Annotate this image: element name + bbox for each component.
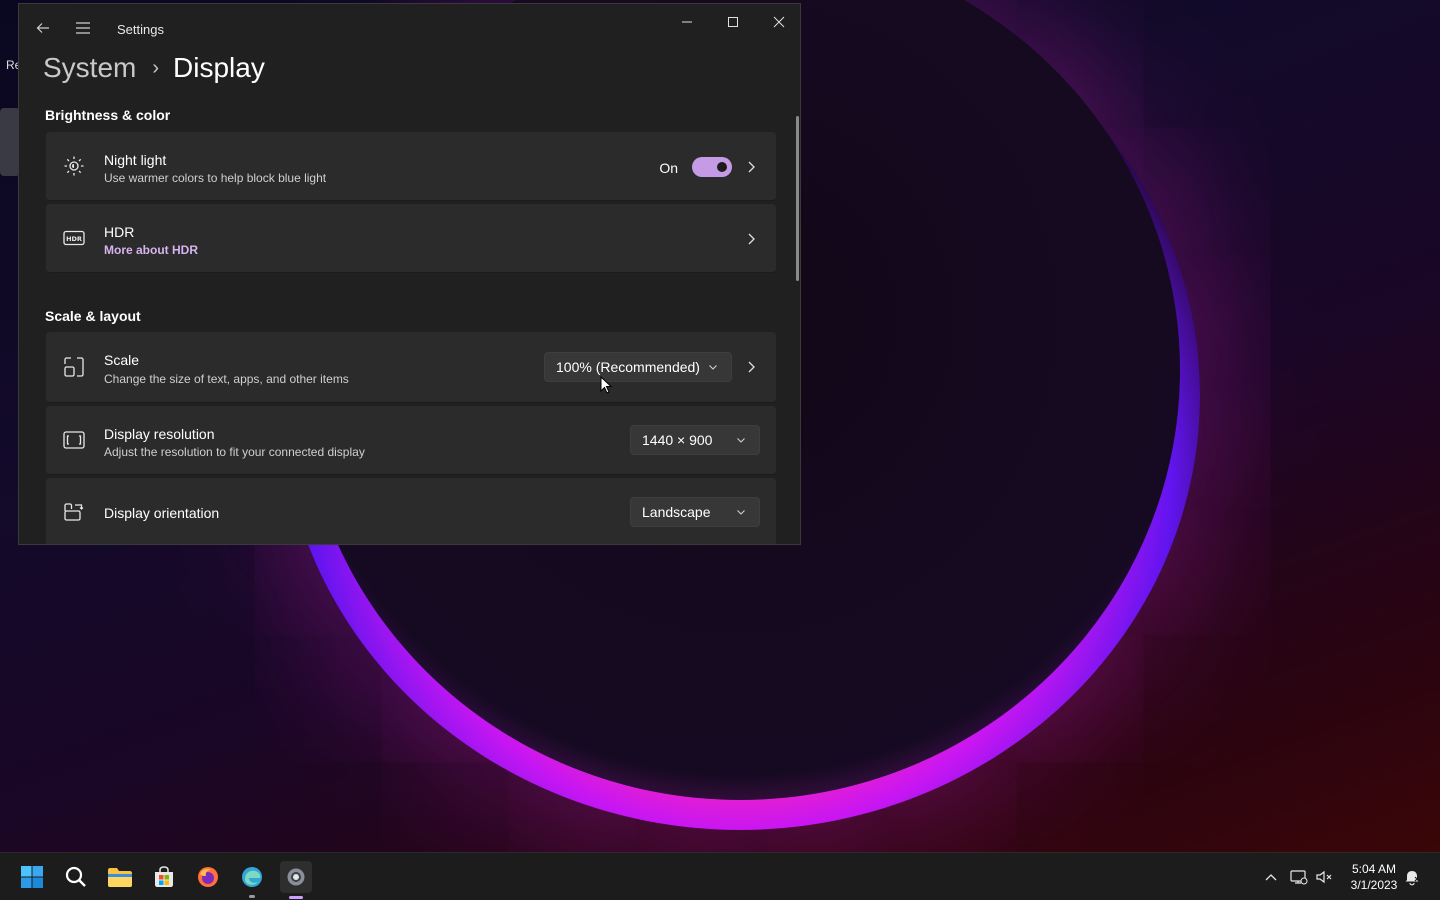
clock-time: 5:04 AM (1351, 862, 1397, 876)
notifications-button[interactable] (1400, 865, 1424, 889)
breadcrumb: System › Display (43, 52, 265, 84)
minimize-icon (682, 21, 692, 23)
settings-button[interactable] (280, 861, 312, 899)
background-window-edge[interactable] (0, 108, 20, 176)
section-brightness-color: Brightness & color (45, 107, 171, 123)
night-light-title: Night light (104, 152, 167, 168)
minimize-button[interactable] (664, 4, 710, 40)
page-title: Display (173, 52, 265, 83)
running-indicator (249, 895, 255, 898)
edge-beta-icon (242, 867, 262, 887)
hamburger-icon (76, 22, 90, 34)
chevron-right-icon[interactable] (744, 360, 758, 374)
file-explorer-button[interactable] (104, 861, 136, 893)
search-icon (65, 866, 86, 887)
night-light-subtitle: Use warmer colors to help block blue lig… (104, 171, 327, 185)
edge-beta-button[interactable] (236, 861, 268, 898)
show-hidden-icons-button[interactable] (1259, 865, 1283, 889)
start-button[interactable] (16, 861, 48, 893)
active-app-indicator (289, 896, 303, 899)
volume-button[interactable] (1312, 865, 1336, 889)
navigation-menu-button[interactable] (69, 14, 97, 42)
maximize-button[interactable] (710, 4, 756, 40)
display-resolution-dropdown[interactable]: 1440 × 900 (630, 425, 760, 455)
taskbar: 5:04 AM 3/1/2023 (0, 852, 1440, 900)
night-light-toggle[interactable] (692, 157, 732, 177)
display-resolution-value: 1440 × 900 (642, 432, 713, 448)
display-orientation-card[interactable]: Display orientation Landscape (46, 478, 776, 544)
maximize-icon (728, 17, 738, 27)
title-bar: Settings (19, 4, 800, 52)
hdr-card[interactable]: HDR HDR More about HDR (46, 204, 776, 273)
resolution-icon (62, 428, 86, 452)
chevron-right-icon[interactable] (744, 232, 758, 246)
windows-logo-icon (21, 866, 43, 888)
chevron-up-icon (1265, 874, 1277, 881)
hdr-icon: HDR (62, 226, 86, 250)
firefox-button[interactable] (192, 861, 224, 893)
scale-card[interactable]: Scale Change the size of text, apps, and… (46, 332, 776, 403)
scale-dropdown-value: 100% (Recommended) (556, 359, 700, 375)
svg-text:HDR: HDR (66, 235, 82, 243)
hdr-more-link[interactable]: More about HDR (104, 243, 198, 257)
back-arrow-icon (36, 23, 49, 33)
microsoft-store-button[interactable] (148, 861, 180, 893)
scale-icon (62, 355, 86, 379)
chevron-down-icon (737, 510, 745, 515)
hdr-title: HDR (104, 224, 135, 240)
scrollbar[interactable] (796, 116, 799, 281)
speaker-muted-icon (1316, 870, 1332, 884)
chevron-down-icon (709, 365, 717, 370)
folder-icon (108, 868, 132, 887)
chevron-right-icon[interactable] (744, 160, 758, 174)
scale-subtitle: Change the size of text, apps, and other… (104, 372, 349, 386)
breadcrumb-system[interactable]: System (43, 52, 136, 84)
scale-dropdown[interactable]: 100% (Recommended) (544, 352, 732, 382)
back-button[interactable] (29, 14, 57, 42)
search-button[interactable] (60, 861, 92, 893)
store-icon (155, 866, 173, 887)
settings-window: Settings System › Display Brightness & c… (18, 3, 801, 545)
night-light-state-label: On (659, 160, 678, 176)
clock-date: 3/1/2023 (1350, 878, 1398, 892)
display-orientation-dropdown[interactable]: Landscape (630, 497, 760, 527)
display-resolution-card[interactable]: Display resolution Adjust the resolution… (46, 406, 776, 475)
close-button[interactable] (756, 4, 800, 40)
clock[interactable]: 5:04 AM 3/1/2023 (1340, 861, 1408, 893)
close-icon (773, 16, 785, 28)
toggle-knob (717, 162, 727, 172)
gear-icon (287, 868, 305, 886)
section-scale-layout: Scale & layout (45, 308, 141, 324)
display-resolution-subtitle: Adjust the resolution to fit your connec… (104, 445, 365, 459)
display-orientation-title: Display orientation (104, 505, 220, 521)
mouse-cursor-icon (600, 376, 612, 394)
display-orientation-value: Landscape (642, 504, 711, 520)
network-status-button[interactable] (1287, 865, 1311, 889)
app-title: Settings (117, 22, 164, 37)
notification-bell-icon (1405, 871, 1420, 886)
network-monitor-icon (1290, 870, 1308, 885)
brightness-icon (62, 154, 86, 178)
display-resolution-title: Display resolution (104, 426, 215, 442)
breadcrumb-separator: › (152, 56, 160, 79)
scale-title: Scale (104, 352, 140, 368)
chevron-down-icon (737, 438, 745, 443)
orientation-icon (62, 500, 86, 524)
night-light-card[interactable]: Night light Use warmer colors to help bl… (46, 132, 776, 201)
firefox-icon (198, 867, 218, 887)
